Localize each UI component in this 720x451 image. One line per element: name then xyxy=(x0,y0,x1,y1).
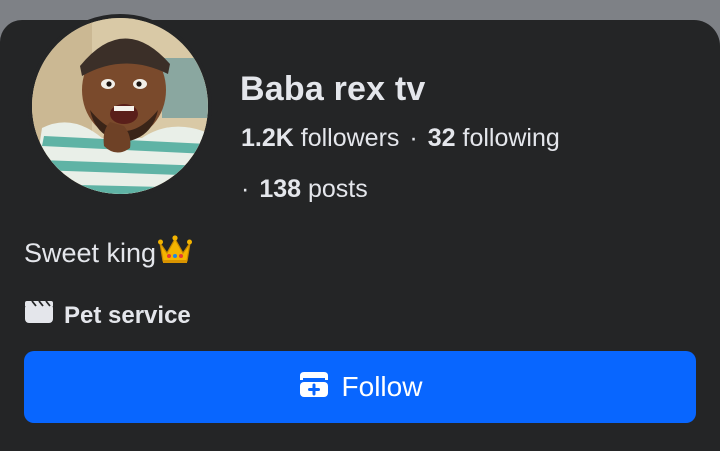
profile-category: Pet service xyxy=(24,300,191,331)
stats-separator: · xyxy=(409,124,418,152)
followers-link[interactable]: 1.2K followers xyxy=(241,124,399,152)
follow-button[interactable]: Follow xyxy=(24,351,696,423)
followers-label: followers xyxy=(300,124,400,152)
profile-card: Baba rex tv 1.2K followers · 32 following … xyxy=(0,14,720,451)
follow-label: Follow xyxy=(341,371,423,402)
profile-stats: 1.2K followers · 32 following xyxy=(241,124,560,153)
category-label: Pet service xyxy=(64,301,191,329)
following-link[interactable]: 32 following xyxy=(428,124,560,152)
clapperboard-icon xyxy=(24,300,54,331)
posts-count: 138 xyxy=(259,175,302,203)
posts-separator: · xyxy=(241,175,250,203)
profile-avatar[interactable] xyxy=(28,14,212,198)
profile-bio: Sweet king xyxy=(24,235,193,272)
posts-label: posts xyxy=(308,175,368,203)
follow-add-icon xyxy=(298,370,330,405)
profile-name: Baba rex tv xyxy=(240,70,426,108)
following-label: following xyxy=(462,124,560,152)
followers-count: 1.2K xyxy=(241,124,294,152)
crown-icon xyxy=(158,235,193,272)
avatar-photo xyxy=(32,18,208,194)
bio-text: Sweet king xyxy=(24,238,157,268)
posts-stat: · 138 posts xyxy=(241,175,368,204)
following-count: 32 xyxy=(427,124,456,152)
